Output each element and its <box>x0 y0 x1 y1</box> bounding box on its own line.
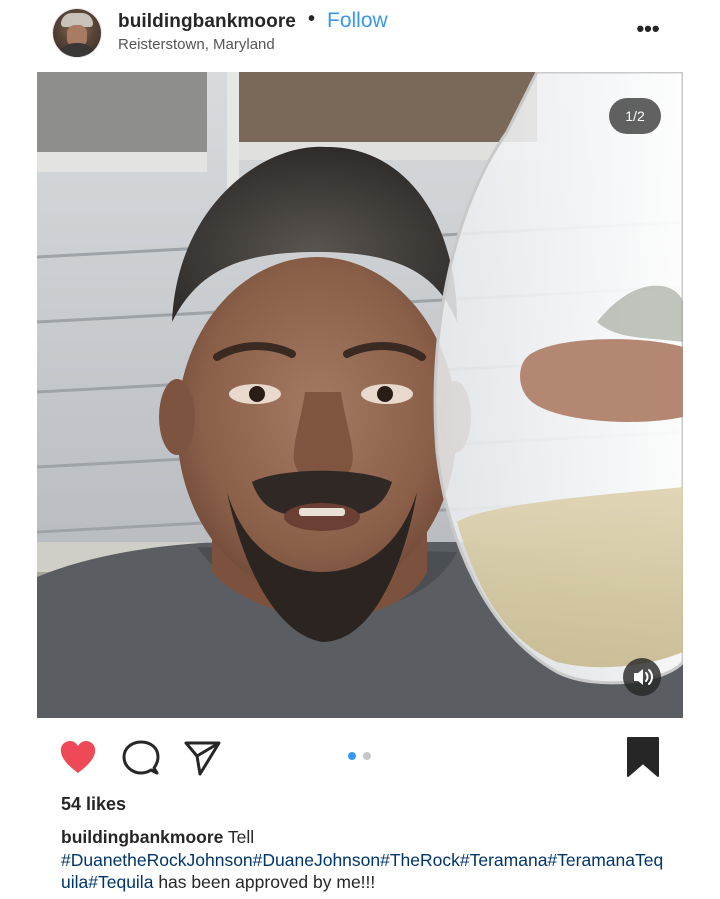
bookmark-filled-icon <box>627 737 659 777</box>
caption-trail-text: has been approved by me!!! <box>158 872 376 892</box>
save-button[interactable] <box>626 736 660 778</box>
header-separator: • <box>308 8 316 30</box>
post-actions <box>0 718 720 788</box>
share-button[interactable] <box>182 738 222 778</box>
caption-lead-text: Tell <box>227 827 255 847</box>
carousel-indicator <box>346 752 376 762</box>
avatar-shirt <box>57 43 97 57</box>
follow-button[interactable]: Follow <box>327 9 388 33</box>
comment-button[interactable] <box>121 738 161 778</box>
carousel-dot-active <box>348 752 356 760</box>
likes-count[interactable]: 54 likes <box>61 794 126 815</box>
carousel-dot <box>363 752 371 760</box>
avatar[interactable] <box>53 9 101 57</box>
post-caption: buildingbankmoore Tell #DuanetheRockJohn… <box>61 826 671 894</box>
video-frame-image <box>37 72 683 718</box>
post-header: buildingbankmoore • Follow Reisterstown,… <box>0 0 720 72</box>
media-counter: 1/2 <box>609 98 661 134</box>
post-location[interactable]: Reisterstown, Maryland <box>118 36 275 53</box>
sound-toggle-button[interactable] <box>623 658 661 696</box>
more-options-icon[interactable]: ••• <box>630 14 666 46</box>
paper-plane-icon <box>184 741 221 776</box>
speaker-icon <box>634 669 653 685</box>
heart-filled-icon <box>60 741 96 773</box>
caption-username[interactable]: buildingbankmoore <box>61 827 223 847</box>
post-media[interactable]: 1/2 <box>37 72 683 718</box>
like-button[interactable] <box>58 738 98 778</box>
post-username[interactable]: buildingbankmoore <box>118 11 296 33</box>
comment-bubble-icon <box>122 740 160 775</box>
